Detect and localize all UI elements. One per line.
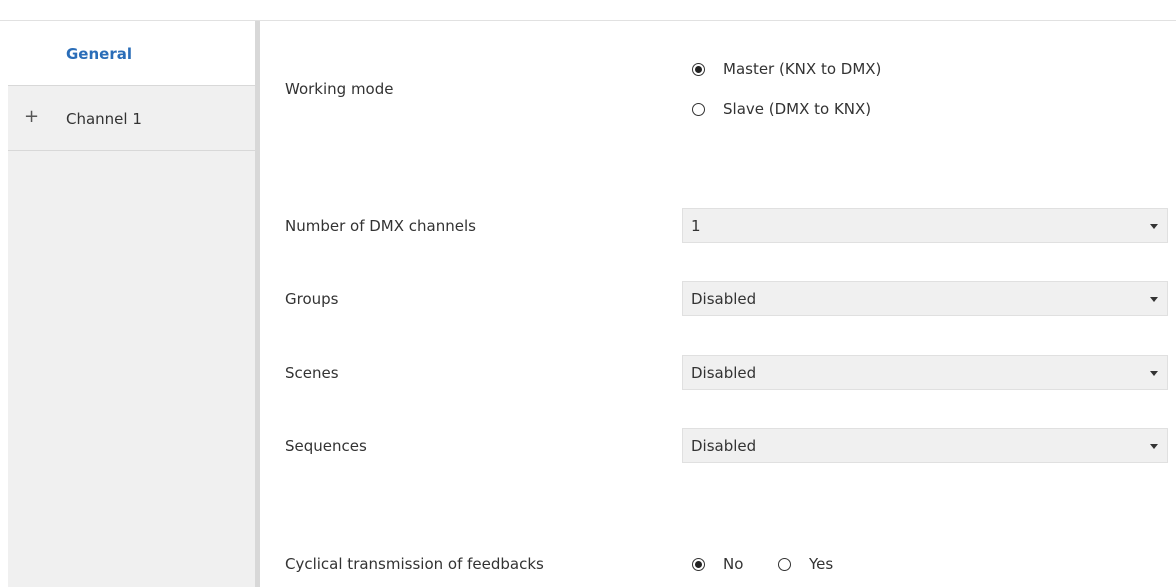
- radio-label: Master (KNX to DMX): [723, 60, 882, 78]
- caret-down-icon: [1150, 444, 1158, 449]
- select-value: Disabled: [691, 437, 757, 455]
- radio-checked-icon[interactable]: [692, 557, 705, 571]
- working-mode-option-slave[interactable]: Slave (DMX to KNX): [692, 100, 871, 118]
- radio-label: Yes: [809, 555, 834, 573]
- cyclical-transmission-label: Cyclical transmission of feedbacks: [285, 555, 544, 573]
- sequences-label: Sequences: [285, 437, 367, 455]
- dmx-channels-select[interactable]: 1: [682, 208, 1168, 243]
- dmx-channels-label: Number of DMX channels: [285, 217, 476, 235]
- select-value: Disabled: [691, 290, 757, 308]
- caret-down-icon: [1150, 224, 1158, 229]
- plus-icon[interactable]: +: [24, 106, 39, 127]
- caret-down-icon: [1150, 297, 1158, 302]
- groups-select[interactable]: Disabled: [682, 281, 1168, 316]
- sidebar: General + Channel 1: [8, 21, 260, 587]
- radio-unchecked-icon[interactable]: [778, 557, 791, 571]
- scenes-select[interactable]: Disabled: [682, 355, 1168, 390]
- groups-label: Groups: [285, 290, 339, 308]
- select-value: Disabled: [691, 364, 757, 382]
- scenes-label: Scenes: [285, 364, 339, 382]
- working-mode-label: Working mode: [285, 80, 394, 98]
- sidebar-item-label: General: [66, 45, 132, 63]
- radio-checked-icon[interactable]: [692, 62, 705, 76]
- cyclical-option-no[interactable]: No: [692, 555, 743, 573]
- select-value: 1: [691, 217, 701, 235]
- working-mode-option-master[interactable]: Master (KNX to DMX): [692, 60, 881, 78]
- sidebar-item-channel-1[interactable]: + Channel 1: [8, 85, 255, 151]
- radio-label: No: [723, 555, 744, 573]
- radio-unchecked-icon[interactable]: [692, 102, 705, 116]
- sidebar-item-label: Channel 1: [66, 110, 142, 128]
- radio-label: Slave (DMX to KNX): [723, 100, 872, 118]
- cyclical-option-yes[interactable]: Yes: [778, 555, 833, 573]
- sequences-select[interactable]: Disabled: [682, 428, 1168, 463]
- caret-down-icon: [1150, 371, 1158, 376]
- sidebar-item-general[interactable]: General: [8, 21, 255, 85]
